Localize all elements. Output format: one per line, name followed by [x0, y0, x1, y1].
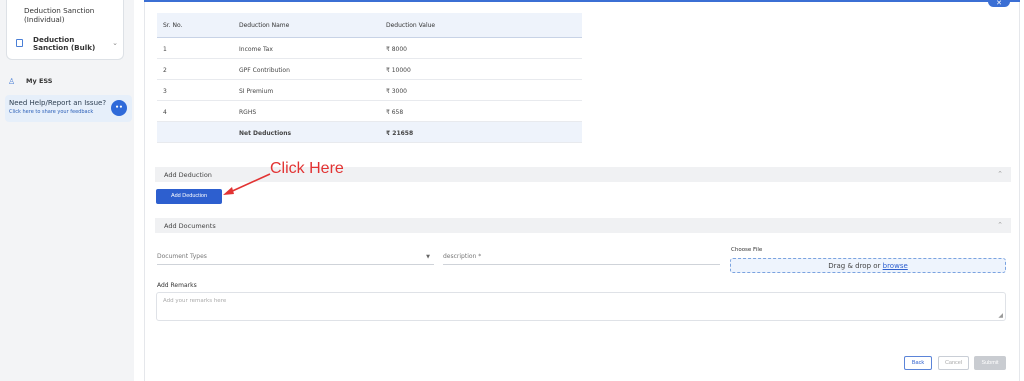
user-icon: ♙	[8, 77, 16, 86]
submit-button[interactable]: Submit	[974, 356, 1006, 370]
help-title: Need Help/Report an Issue?	[9, 99, 107, 107]
cell-deduction-value: ₹ 3000	[386, 88, 407, 95]
choose-file-label: Choose File	[731, 247, 763, 253]
remarks-textarea[interactable]: Add your remarks here ◢	[156, 292, 1006, 321]
cell-deduction-value: ₹ 8000	[386, 46, 407, 53]
remarks-label: Add Remarks	[157, 282, 197, 289]
cell-deduction-name: SI Premium	[239, 88, 274, 95]
cell-deduction-name: GPF Contribution	[239, 67, 290, 74]
cell-deduction-name: RGHS	[239, 109, 257, 116]
cell-deduction-value: ₹ 658	[386, 109, 404, 116]
section-title: Add Deduction	[164, 171, 212, 179]
close-icon[interactable]: ✕	[988, 0, 1010, 7]
caret-down-icon: ▼	[426, 254, 430, 260]
table-total-row: Net Deductions ₹ 21658	[157, 122, 582, 143]
column-header-deduction-name: Deduction Name	[239, 22, 290, 29]
browse-link[interactable]: browse	[883, 262, 908, 270]
cell-sr-no: 1	[163, 46, 167, 53]
column-header-deduction-value: Deduction Value	[386, 22, 436, 29]
panel-top-border	[144, 0, 1020, 2]
description-placeholder: description *	[443, 253, 482, 260]
sidebar-item-label: Deduction Sanction (Bulk)	[33, 35, 96, 52]
cell-sr-no: 2	[163, 67, 167, 74]
document-icon	[16, 39, 23, 47]
net-deductions-label: Net Deductions	[239, 130, 292, 137]
cell-deduction-value: ₹ 10000	[386, 67, 411, 74]
cancel-button[interactable]: Cancel	[938, 356, 969, 370]
table-row: 3 SI Premium ₹ 3000	[157, 80, 582, 101]
document-types-placeholder: Document Types	[157, 253, 207, 260]
deductions-table: Sr. No. Deduction Name Deduction Value 1…	[157, 13, 582, 143]
cell-sr-no: 3	[163, 88, 167, 95]
resize-handle-icon[interactable]: ◢	[998, 312, 1003, 319]
column-header-sr-no: Sr. No.	[163, 22, 183, 29]
sidebar: Deduction Sanction (Individual) Deductio…	[0, 0, 134, 381]
cell-sr-no: 4	[163, 109, 167, 116]
sidebar-item-deduction-sanction-individual[interactable]: Deduction Sanction (Individual)	[24, 6, 123, 24]
sidebar-item-deduction-sanction-bulk[interactable]: Deduction Sanction (Bulk) ⌄	[16, 36, 120, 52]
table-header-row: Sr. No. Deduction Name Deduction Value	[157, 13, 582, 38]
net-deductions-value: ₹ 21658	[386, 130, 414, 137]
table-row: 1 Income Tax ₹ 8000	[157, 38, 582, 59]
table-row: 2 GPF Contribution ₹ 10000	[157, 59, 582, 80]
add-documents-section-header[interactable]: Add Documents ⌃	[155, 218, 1011, 233]
sidebar-submenu: Deduction Sanction (Individual) Deductio…	[6, 0, 124, 60]
section-title: Add Documents	[164, 222, 216, 230]
chevron-up-icon: ⌃	[997, 221, 1003, 229]
help-feedback-card[interactable]: Need Help/Report an Issue? Click here to…	[5, 95, 132, 122]
sidebar-item-label: Deduction Sanction (Individual)	[24, 6, 95, 24]
chevron-down-icon: ⌄	[112, 39, 118, 47]
help-subtitle: Click here to share your feedback	[9, 109, 94, 115]
cell-deduction-name: Income Tax	[239, 46, 273, 53]
sidebar-item-my-ess[interactable]: ♙ My ESS	[8, 76, 128, 88]
description-input[interactable]: description *	[443, 253, 720, 265]
document-types-select[interactable]: Document Types ▼	[157, 253, 434, 265]
click-here-annotation: Click Here	[270, 160, 344, 177]
table-row: 4 RGHS ₹ 658	[157, 101, 582, 122]
back-button[interactable]: Back	[904, 356, 932, 370]
annotation-arrow-icon	[223, 173, 271, 195]
remarks-placeholder: Add your remarks here	[163, 298, 227, 304]
dropzone-text: Drag & drop or	[828, 262, 883, 270]
chatbot-icon: ••	[111, 100, 127, 116]
add-deduction-button[interactable]: Add Deduction	[156, 189, 222, 204]
file-dropzone[interactable]: Drag & drop or browse	[730, 258, 1006, 273]
sidebar-item-label: My ESS	[26, 77, 53, 85]
chevron-up-icon: ⌃	[997, 170, 1003, 178]
